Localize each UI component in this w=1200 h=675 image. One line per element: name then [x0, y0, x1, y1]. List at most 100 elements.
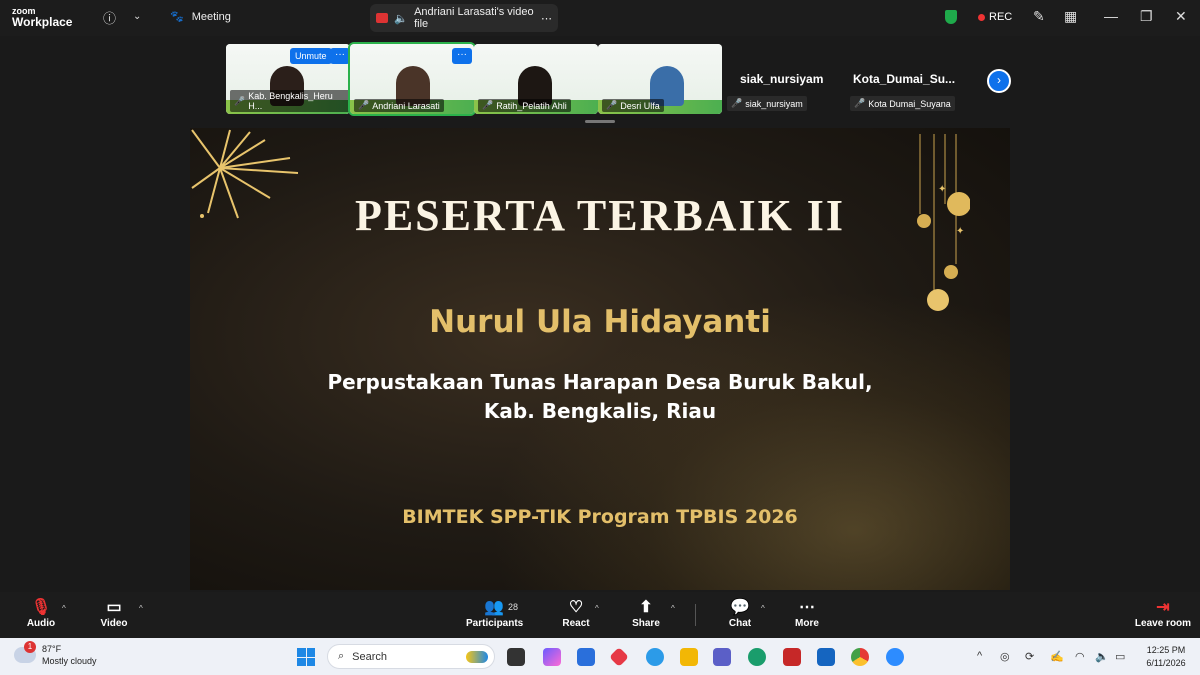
participant-tile-title[interactable]: Kota_Dumai_Su...: [853, 72, 955, 86]
react-button[interactable]: ♡ React: [561, 598, 591, 629]
meeting-label: Meeting: [191, 10, 231, 23]
zoom-logo: zoom Workplace: [12, 7, 73, 29]
sync-icon[interactable]: ⟳: [1025, 650, 1034, 663]
clock-date: 6/11/2026: [1146, 658, 1186, 668]
winner-organization: Perpustakaan Tunas Harapan Desa Buruk Ba…: [190, 368, 1010, 426]
audio-button[interactable]: 🎙 Audio: [26, 598, 56, 629]
recording-indicator[interactable]: REC: [978, 11, 1012, 23]
paw-icon: 🐾: [170, 11, 184, 23]
title-bar: zoom Workplace ⓘ ⌄ 🐾 Meeting 🔈 Andriani …: [0, 0, 1200, 36]
participant-tile[interactable]: Unmute ··· 🎤 Kab. Bengkalis_Heru H...: [226, 44, 350, 114]
rec-label: REC: [989, 11, 1013, 23]
participant-name-tag: 🎤 Andriani Larasati: [354, 99, 444, 112]
copilot-icon[interactable]: [543, 648, 561, 666]
tile-more-button[interactable]: ···: [452, 48, 472, 64]
close-icon[interactable]: ✕: [1175, 8, 1187, 25]
meeting-controls: 🎙 Audio ^ ▭ Video ^ 👥 Participants 28 ♡ …: [0, 592, 1200, 638]
security-shield-icon[interactable]: [945, 10, 957, 24]
zoom-icon[interactable]: [886, 648, 904, 666]
chat-bubble-icon: 💬: [730, 599, 750, 616]
winner-name: Nurul Ula Hidayanti: [429, 304, 771, 340]
windows-taskbar: 1 87°F Mostly cloudy ⌕ Search ^ ◎ ⟳ ✍ ◠ …: [0, 638, 1200, 675]
wifi-icon[interactable]: ◠: [1075, 650, 1085, 663]
search-placeholder: Search: [352, 650, 388, 663]
participant-tile-active[interactable]: ··· 🎤 Andriani Larasati: [348, 42, 476, 116]
notification-badge: 1: [24, 641, 36, 653]
participants-label: Participants: [466, 618, 524, 629]
participant-tile-title[interactable]: siak_nursiyam: [740, 72, 823, 86]
app-round-icon[interactable]: [646, 648, 664, 666]
mcafee-icon[interactable]: [783, 648, 801, 666]
participants-count: 28: [508, 602, 519, 612]
tile-more-button[interactable]: ···: [330, 48, 350, 64]
share-caret-icon[interactable]: ^: [671, 604, 675, 613]
participant-name: Kab. Bengkalis_Heru H...: [248, 91, 333, 111]
meeting-tab[interactable]: 🐾 Meeting: [170, 10, 231, 24]
teams-icon[interactable]: [713, 648, 731, 666]
participant-name-tag: 🎤 Kab. Bengkalis_Heru H...: [230, 90, 350, 112]
resize-handle[interactable]: [585, 120, 615, 123]
video-button[interactable]: ▭ Video: [99, 598, 129, 629]
battery-icon[interactable]: ▭: [1115, 650, 1125, 663]
camera-icon: [376, 13, 389, 23]
task-view-icon[interactable]: [507, 648, 525, 666]
slide-title: PESERTA TERBAIK II: [354, 191, 846, 240]
pen-icon[interactable]: ✍: [1050, 650, 1064, 663]
restore-icon[interactable]: ❐: [1140, 8, 1153, 25]
more-label: More: [795, 618, 819, 629]
shared-video-pill[interactable]: 🔈 Andriani Larasati's video file ⋯: [370, 4, 558, 32]
clock-time: 12:25 PM: [1146, 645, 1186, 655]
outlook-icon[interactable]: [817, 648, 835, 666]
weather-condition: Mostly cloudy: [42, 656, 97, 666]
volume-icon[interactable]: 🔈: [1095, 650, 1109, 663]
show-hidden-icons-icon[interactable]: ^: [977, 650, 982, 662]
leave-label: Leave room: [1134, 618, 1192, 629]
participant-name: siak_nursiyam: [745, 98, 803, 109]
edge-icon[interactable]: [748, 648, 766, 666]
taskbar-search[interactable]: ⌕ Search: [327, 644, 495, 669]
participant-name-tag: 🎤 Kota Dumai_Suyana: [850, 96, 955, 111]
more-options-icon[interactable]: ⋯: [541, 12, 552, 25]
chat-label: Chat: [728, 618, 752, 629]
program-footer: BIMTEK SPP-TIK Program TPBIS 2026: [402, 506, 798, 528]
chat-button[interactable]: 💬 Chat: [726, 598, 754, 629]
organization-line-1: Perpustakaan Tunas Harapan Desa Buruk Ba…: [327, 370, 873, 394]
weather-widget[interactable]: 1 87°F Mostly cloudy: [14, 641, 97, 667]
speaker-icon: 🔈: [394, 12, 409, 25]
participant-tile[interactable]: 🎤 Ratih_Pelatih Ahli: [474, 44, 598, 114]
logo-bottom-text: Workplace: [12, 15, 73, 29]
participant-name-tag: 🎤 Desri Ulfa: [602, 99, 664, 112]
file-explorer-icon[interactable]: [680, 648, 698, 666]
mic-muted-icon: 🎤: [731, 98, 743, 108]
app-diamond-icon[interactable]: [609, 647, 629, 667]
cloud-icon: 1: [14, 641, 36, 663]
participant-strip: Unmute ··· 🎤 Kab. Bengkalis_Heru H... ···…: [0, 36, 1200, 126]
more-button[interactable]: ⋯ More: [793, 598, 821, 629]
react-caret-icon[interactable]: ^: [595, 604, 599, 613]
windows-start-icon[interactable]: [297, 648, 315, 666]
share-button[interactable]: ⬆ Share: [631, 598, 661, 629]
temperature: 87°F: [42, 644, 62, 654]
minimize-icon[interactable]: —: [1104, 8, 1118, 24]
chevron-down-icon[interactable]: ⌄: [133, 11, 141, 22]
unmute-button[interactable]: Unmute: [290, 48, 332, 64]
chrome-icon[interactable]: [851, 648, 869, 666]
video-caret-icon[interactable]: ^: [139, 604, 143, 613]
tray-app-icon[interactable]: ◎: [1000, 650, 1010, 663]
participant-name: Andriani Larasati: [372, 100, 440, 111]
audio-caret-icon[interactable]: ^: [62, 604, 66, 613]
pencil-icon[interactable]: ✎: [1033, 8, 1045, 25]
leave-room-button[interactable]: ⇥ Leave room: [1134, 598, 1192, 629]
info-icon[interactable]: ⓘ: [103, 8, 116, 27]
search-icon: ⌕: [338, 650, 345, 662]
apps-grid-icon[interactable]: ▦: [1064, 8, 1077, 25]
chat-caret-icon[interactable]: ^: [761, 604, 765, 613]
participant-name: Kota Dumai_Suyana: [868, 98, 951, 109]
video-camera-icon: ▭: [106, 599, 122, 616]
next-page-arrow-icon[interactable]: ›: [987, 69, 1011, 93]
participant-tile[interactable]: 🎤 Desri Ulfa: [598, 44, 722, 114]
participant-name: Desri Ulfa: [620, 100, 660, 111]
participant-name-tag: 🎤 Ratih_Pelatih Ahli: [478, 99, 571, 112]
store-icon[interactable]: [577, 648, 595, 666]
system-clock[interactable]: 12:25 PM 6/11/2026: [1138, 644, 1194, 670]
